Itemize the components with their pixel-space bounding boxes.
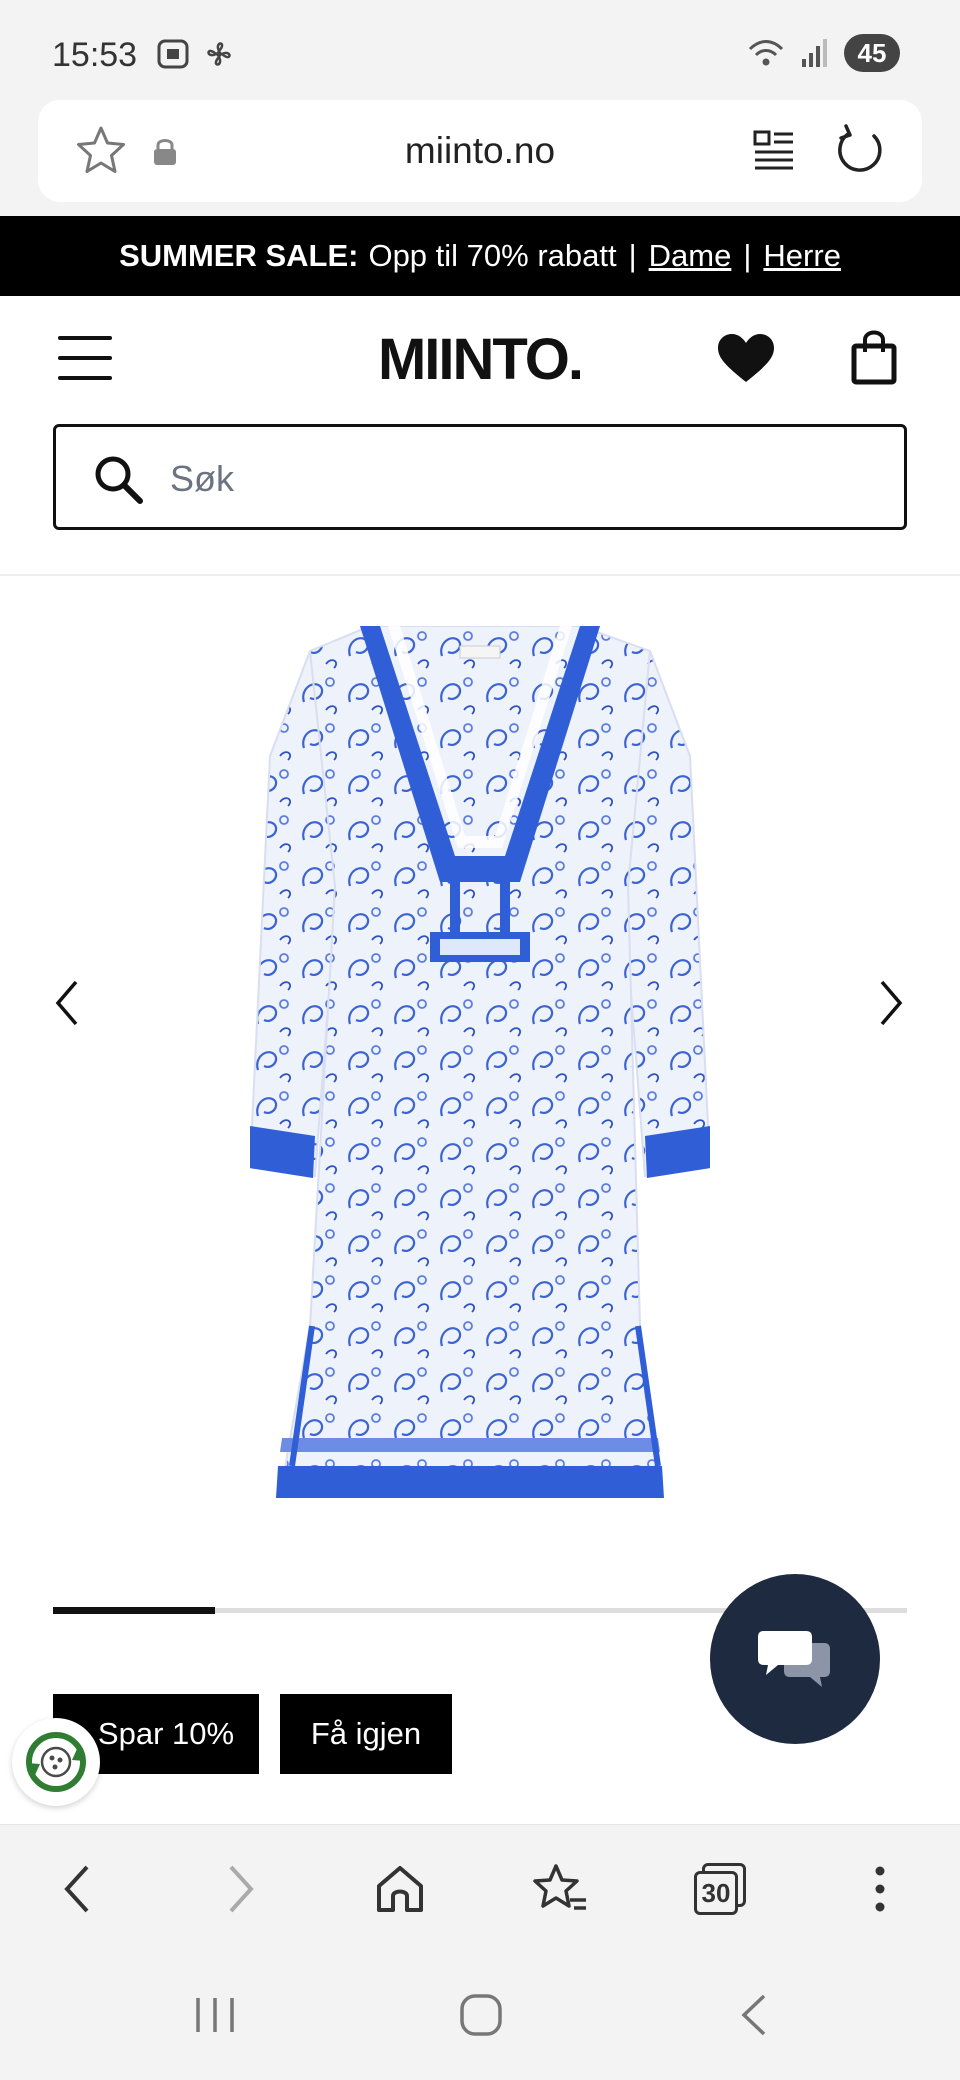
site-header: MIINTO. Søk (0, 296, 960, 576)
chevron-right-icon[interactable] (876, 978, 906, 1028)
signal-icon (802, 39, 827, 67)
back-arrow-icon (64, 1865, 89, 1913)
search-input[interactable]: Søk (53, 424, 907, 530)
status-icons-left (156, 38, 236, 70)
pinwheel-icon (207, 42, 231, 66)
separator: | (628, 238, 637, 273)
chat-bubbles-icon (758, 1631, 830, 1687)
system-back-icon[interactable] (736, 1992, 770, 2038)
home-button[interactable] (370, 1859, 430, 1919)
screenshot-icon (157, 39, 189, 69)
link-men[interactable]: Herre (763, 238, 841, 274)
address-bar[interactable]: miinto.no (38, 100, 922, 202)
search-icon (95, 456, 143, 504)
search-placeholder: Søk (170, 458, 235, 499)
system-nav-bar (0, 1954, 960, 2080)
browser-bottom-nav: 30 (0, 1824, 960, 1954)
bookmarks-button[interactable] (530, 1859, 590, 1919)
tabs-button[interactable]: 30 (690, 1859, 750, 1919)
chevron-left-icon[interactable] (52, 978, 82, 1028)
chat-button[interactable] (710, 1574, 880, 1744)
forward-arrow-icon (229, 1865, 254, 1913)
battery-indicator: 45 (844, 34, 900, 72)
status-icons-right: 45 (746, 34, 900, 72)
status-time: 15:53 (52, 36, 138, 74)
wifi-icon (748, 40, 784, 66)
product-gallery[interactable] (0, 578, 960, 1614)
tabs-icon: 30 (694, 1863, 746, 1915)
sale-banner[interactable]: SUMMER SALE: Opp til 70% rabatt | Dame |… (0, 216, 960, 296)
gallery-progress-fill (53, 1607, 216, 1614)
back-button[interactable] (46, 1859, 106, 1919)
resale-tag: Få igjen (280, 1694, 452, 1774)
eco-badge[interactable] (12, 1718, 100, 1806)
sale-label: SUMMER SALE: (119, 238, 359, 273)
more-options-button[interactable] (850, 1859, 910, 1919)
status-bar: 15:53 45 (0, 0, 960, 100)
tabs-count: 30 (701, 1877, 731, 1908)
recycle-icon (26, 1732, 86, 1792)
reader-mode-icon[interactable] (752, 128, 796, 174)
sale-text: Opp til 70% rabatt (368, 238, 617, 273)
home-icon (377, 1866, 423, 1912)
link-women[interactable]: Dame (649, 238, 732, 274)
forward-button[interactable] (212, 1859, 272, 1919)
more-vertical-icon (875, 1866, 885, 1912)
separator: | (743, 238, 752, 273)
site-logo[interactable]: MIINTO. (0, 326, 960, 393)
shopping-bag-icon[interactable] (850, 328, 898, 386)
recent-apps-icon[interactable] (192, 1992, 238, 2038)
heart-icon[interactable] (716, 332, 776, 386)
home-circle-icon[interactable] (458, 1992, 504, 2038)
browser-toolbar: miinto.no (0, 100, 960, 216)
reload-icon[interactable] (834, 124, 886, 178)
bookmark-star-icon (533, 1864, 586, 1910)
product-image[interactable] (250, 626, 710, 1506)
